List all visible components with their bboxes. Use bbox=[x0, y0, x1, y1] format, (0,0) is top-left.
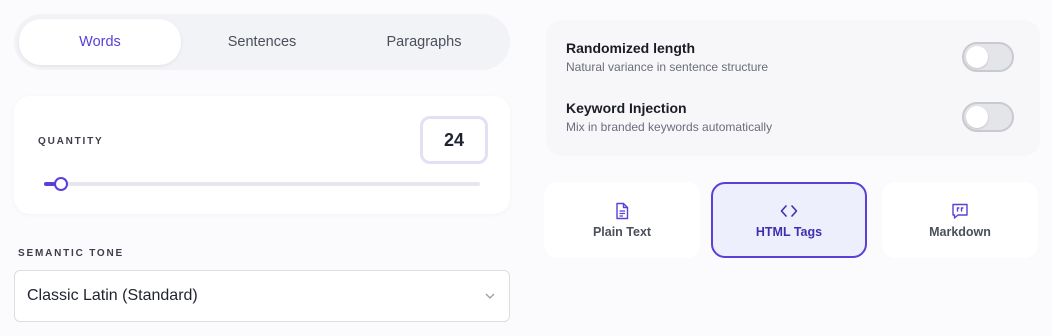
option-title: Keyword Injection bbox=[566, 100, 687, 116]
format-label: HTML Tags bbox=[755, 225, 823, 239]
option-randomized-length: Randomized length Natural variance in se… bbox=[566, 40, 1014, 80]
semantic-tone-value: Classic Latin (Standard) bbox=[27, 287, 198, 304]
toggle-knob bbox=[966, 46, 988, 68]
tab-paragraphs[interactable]: Paragraphs bbox=[343, 19, 505, 65]
option-title: Randomized length bbox=[566, 40, 696, 56]
semantic-tone-label: SEMANTIC TONE bbox=[18, 248, 124, 259]
option-subtitle: Natural variance in sentence structure bbox=[566, 60, 769, 74]
quantity-label: QUANTITY bbox=[38, 136, 104, 147]
keyword-injection-toggle[interactable] bbox=[962, 102, 1014, 132]
mode-tabs: Words Sentences Paragraphs bbox=[14, 14, 510, 70]
format-plain-text[interactable]: Plain Text bbox=[544, 182, 700, 258]
quantity-slider[interactable] bbox=[44, 177, 480, 191]
quantity-input[interactable]: 24 bbox=[420, 116, 488, 164]
format-label: Plain Text bbox=[592, 225, 652, 239]
tab-sentences[interactable]: Sentences bbox=[181, 19, 343, 65]
toggle-knob bbox=[966, 106, 988, 128]
quote-bubble-icon bbox=[952, 203, 968, 219]
option-keyword-injection: Keyword Injection Mix in branded keyword… bbox=[566, 100, 1014, 140]
format-markdown[interactable]: Markdown bbox=[882, 182, 1038, 258]
randomized-length-toggle[interactable] bbox=[962, 42, 1014, 72]
document-icon bbox=[616, 202, 629, 220]
options-card: Randomized length Natural variance in se… bbox=[546, 20, 1040, 156]
option-subtitle: Mix in branded keywords automatically bbox=[566, 120, 773, 134]
chevron-down-icon bbox=[485, 293, 495, 299]
code-icon bbox=[780, 205, 798, 217]
tab-words[interactable]: Words bbox=[19, 19, 181, 65]
format-label: Markdown bbox=[929, 225, 991, 239]
quantity-card: QUANTITY 24 bbox=[14, 96, 510, 214]
semantic-tone-select[interactable]: Classic Latin (Standard) bbox=[14, 270, 510, 322]
slider-thumb[interactable] bbox=[54, 177, 69, 191]
format-html-tags[interactable]: HTML Tags bbox=[711, 182, 867, 258]
